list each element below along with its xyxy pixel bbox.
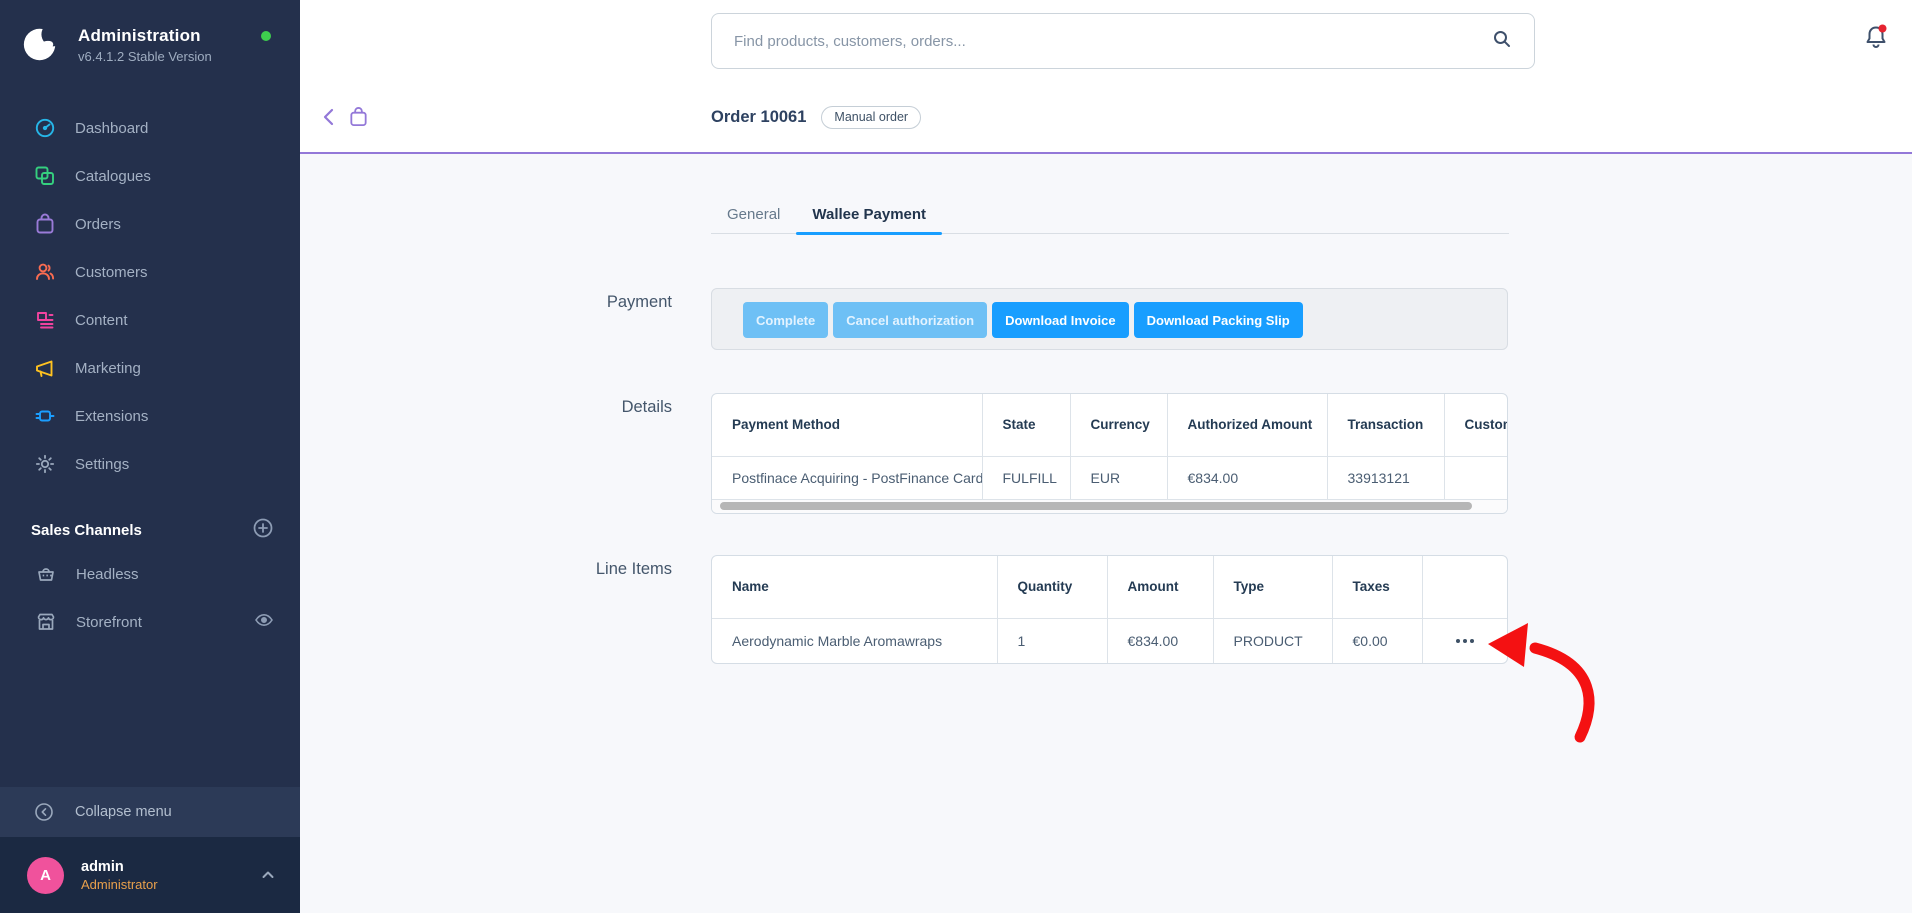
currency-cell: EUR <box>1070 456 1167 499</box>
order-detail-content: General Wallee Payment Payment Complete … <box>300 154 1912 911</box>
storefront-visibility-eye-icon[interactable] <box>254 610 274 635</box>
sidebar: Administration v6.4.1.2 Stable Version D… <box>0 0 300 913</box>
line-items-section-label: Line Items <box>300 560 672 579</box>
state-cell: FULFILL <box>982 456 1070 499</box>
status-dot <box>261 31 271 41</box>
column-header: Name <box>712 556 997 618</box>
payment-method-cell: Postfinace Acquiring - PostFinance Card <box>712 456 982 499</box>
table-row: Aerodynamic Marble Aromawraps 1 €834.00 … <box>712 618 1507 663</box>
scrollbar-thumb[interactable] <box>720 502 1472 510</box>
extensions-icon <box>34 405 56 427</box>
tab-general[interactable]: General <box>711 198 796 233</box>
shopware-logo-icon <box>22 26 59 63</box>
sidebar-item-customers[interactable]: Customers <box>0 248 300 296</box>
collapse-chevron-icon <box>34 802 54 822</box>
user-menu[interactable]: A admin Administrator <box>0 837 300 913</box>
column-header: Currency <box>1070 394 1167 456</box>
sidebar-item-storefront[interactable]: Storefront <box>0 598 300 646</box>
settings-gear-icon <box>34 453 56 475</box>
download-invoice-button[interactable]: Download Invoice <box>992 302 1129 338</box>
storefront-icon <box>36 612 56 632</box>
column-header: Authorized Amount <box>1167 394 1327 456</box>
order-module-bag-icon <box>348 106 369 133</box>
download-packing-slip-button[interactable]: Download Packing Slip <box>1134 302 1303 338</box>
table-row: Postfinace Acquiring - PostFinance Card … <box>712 456 1507 499</box>
column-header: State <box>982 394 1070 456</box>
table-header-row: Name Quantity Amount Type Taxes <box>712 556 1507 618</box>
sidebar-header: Administration v6.4.1.2 Stable Version <box>0 0 300 96</box>
context-menu-button[interactable] <box>1452 633 1478 649</box>
payment-actions-card: Complete Cancel authorization Download I… <box>711 288 1508 350</box>
user-role: Administrator <box>81 877 158 892</box>
global-search[interactable] <box>711 13 1535 69</box>
horizontal-scrollbar <box>712 500 1507 513</box>
topbar <box>300 0 1912 82</box>
item-taxes-cell: €0.00 <box>1332 618 1422 663</box>
cancel-authorization-button[interactable]: Cancel authorization <box>833 302 987 338</box>
sidebar-item-extensions[interactable]: Extensions <box>0 392 300 440</box>
avatar: A <box>27 857 64 894</box>
add-sales-channel-button[interactable] <box>252 517 274 544</box>
orders-icon <box>34 213 56 235</box>
line-items-table: Name Quantity Amount Type Taxes Aerodyna… <box>711 555 1508 664</box>
table-header-row: Payment Method State Currency Authorized… <box>712 394 1507 456</box>
sidebar-item-dashboard[interactable]: Dashboard <box>0 104 300 152</box>
search-icon[interactable] <box>1492 29 1512 54</box>
column-header: Type <box>1213 556 1332 618</box>
column-header: Payment Method <box>712 394 982 456</box>
content-icon <box>34 309 56 331</box>
collapse-menu-button[interactable]: Collapse menu <box>0 787 300 837</box>
dashboard-icon <box>34 117 56 139</box>
sidebar-item-headless[interactable]: Headless <box>0 550 300 598</box>
basket-icon <box>36 564 56 584</box>
payment-details-table: Payment Method State Currency Authorized… <box>711 393 1508 514</box>
transaction-cell: 33913121 <box>1327 456 1444 499</box>
notifications-bell-icon[interactable] <box>1862 23 1892 55</box>
item-amount-cell: €834.00 <box>1107 618 1213 663</box>
smartbar: Order 10061 Manual order <box>300 82 1912 154</box>
sales-channels-header: Sales Channels <box>0 510 300 550</box>
column-header <box>1422 556 1507 618</box>
sidebar-item-marketing[interactable]: Marketing <box>0 344 300 392</box>
item-type-cell: PRODUCT <box>1213 618 1332 663</box>
app-version: v6.4.1.2 Stable Version <box>78 49 276 64</box>
item-name-cell: Aerodynamic Marble Aromawraps <box>712 618 997 663</box>
page-title: Order 10061 <box>711 108 806 127</box>
catalogues-icon <box>34 165 56 187</box>
item-quantity-cell: 1 <box>997 618 1107 663</box>
manual-order-badge: Manual order <box>821 106 921 129</box>
main-area: Order 10061 Manual order General Wallee … <box>300 0 1912 913</box>
sidebar-item-settings[interactable]: Settings <box>0 440 300 488</box>
column-header: Amount <box>1107 556 1213 618</box>
sidebar-item-orders[interactable]: Orders <box>0 200 300 248</box>
sidebar-item-content[interactable]: Content <box>0 296 300 344</box>
authorized-amount-cell: €834.00 <box>1167 456 1327 499</box>
tab-bar: General Wallee Payment <box>711 198 1509 234</box>
customer-cell <box>1444 456 1507 499</box>
search-input[interactable] <box>734 33 1492 50</box>
column-header: Quantity <box>997 556 1107 618</box>
payment-section-label: Payment <box>300 293 672 312</box>
complete-button[interactable]: Complete <box>743 302 828 338</box>
column-header: Taxes <box>1332 556 1422 618</box>
user-name: admin <box>81 859 158 875</box>
column-header: Transaction <box>1327 394 1444 456</box>
chevron-up-icon[interactable] <box>260 867 276 888</box>
sidebar-item-catalogues[interactable]: Catalogues <box>0 152 300 200</box>
column-header: Custom <box>1444 394 1507 456</box>
details-section-label: Details <box>300 398 672 417</box>
main-nav: Dashboard Catalogues Orders Custo <box>0 104 300 488</box>
customers-icon <box>34 261 56 283</box>
app-title: Administration <box>78 26 276 46</box>
back-chevron-icon[interactable] <box>320 107 338 132</box>
tab-wallee-payment[interactable]: Wallee Payment <box>796 198 942 233</box>
marketing-icon <box>34 357 56 379</box>
